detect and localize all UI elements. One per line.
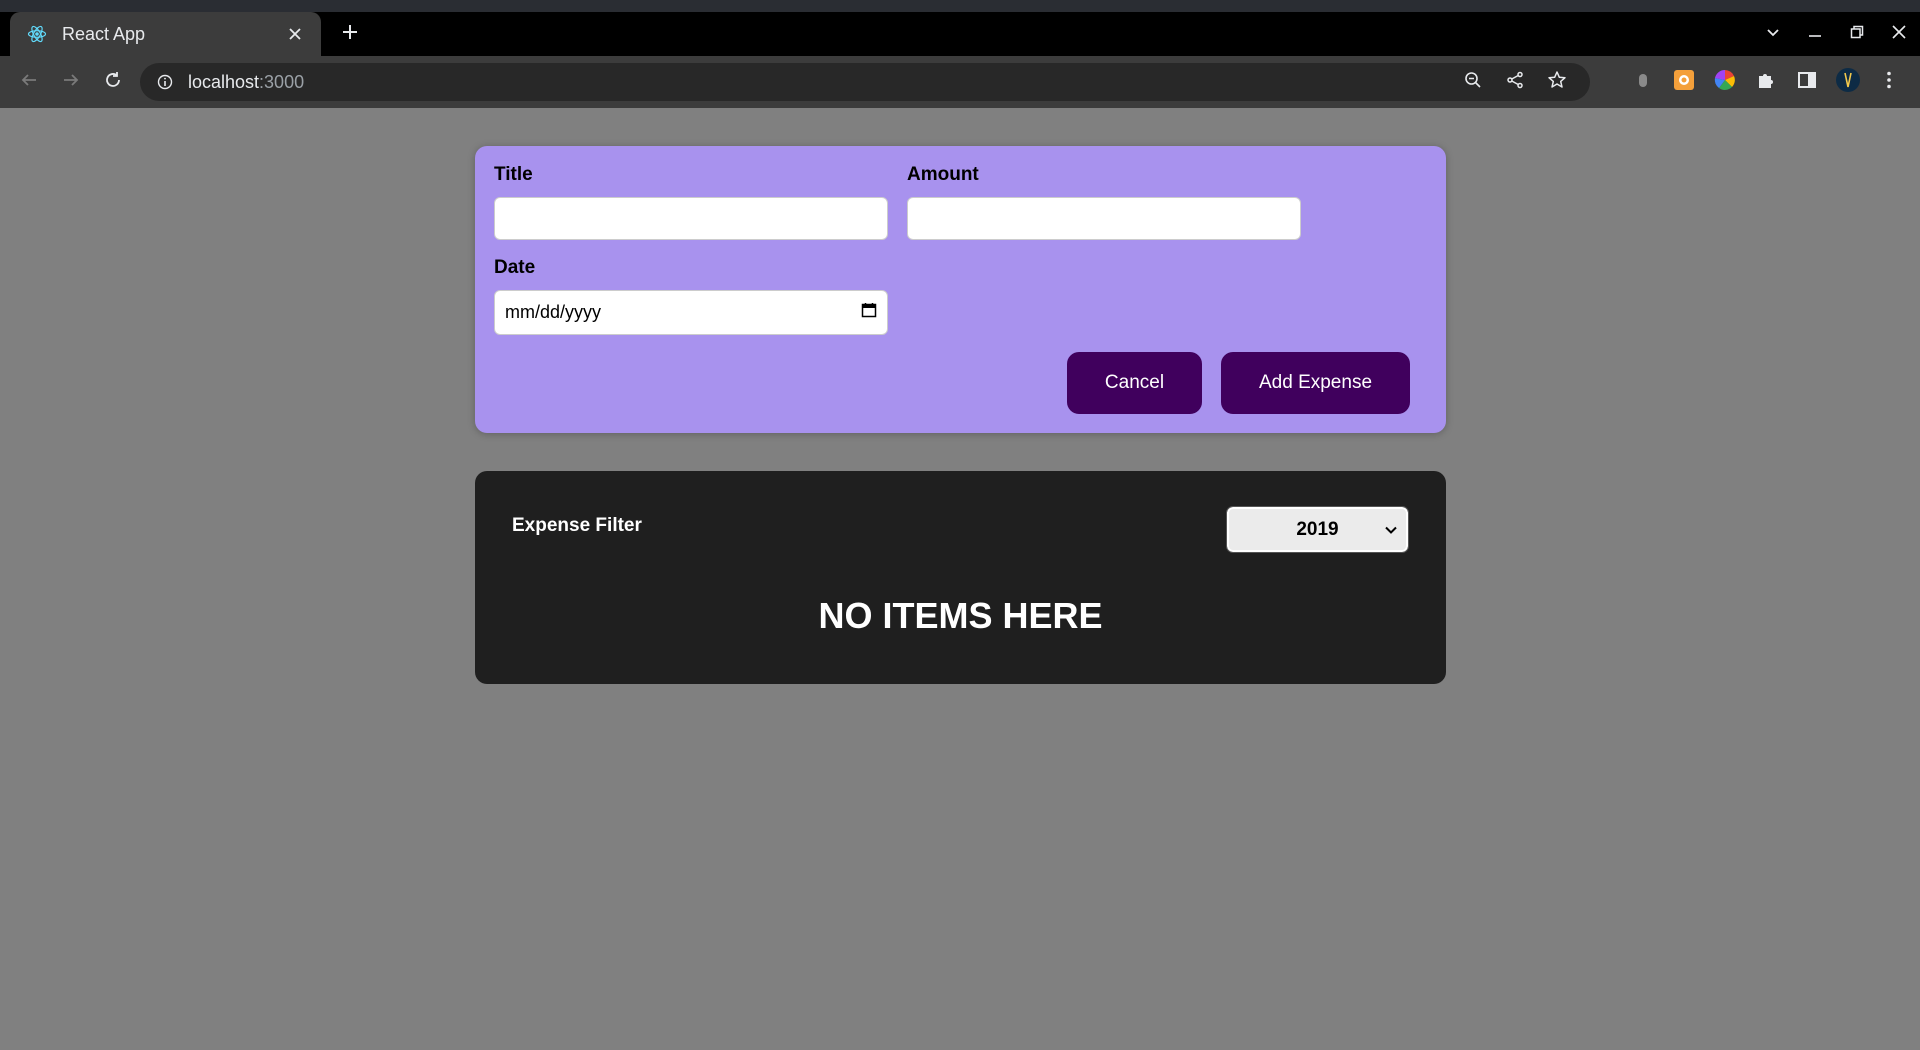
date-placeholder: mm/dd/yyyy [505, 302, 602, 322]
title-input[interactable] [494, 197, 888, 240]
title-label: Title [494, 164, 533, 185]
cancel-button[interactable]: Cancel [1067, 352, 1202, 414]
add-expense-button[interactable]: Add Expense [1221, 352, 1410, 414]
browser-tab[interactable]: React App [10, 12, 321, 56]
info-icon[interactable] [154, 71, 176, 93]
arrow-right-icon [62, 71, 80, 94]
expenses-panel: Expense Filter 2019 NO ITEMS HERE [475, 471, 1446, 684]
extension-button[interactable] [1622, 61, 1663, 103]
year-filter-select[interactable]: 2019 [1226, 506, 1409, 553]
tab-search-button[interactable] [1752, 12, 1794, 56]
amount-input[interactable] [907, 197, 1301, 240]
kebab-menu-icon [1886, 70, 1892, 95]
chevron-down-icon [1384, 521, 1398, 543]
plus-icon [341, 23, 359, 46]
title-field: Title [494, 164, 888, 240]
minimize-icon [1808, 25, 1822, 44]
zoom-button[interactable] [1452, 63, 1494, 101]
extension-button[interactable] [1663, 61, 1704, 103]
forward-button[interactable] [50, 61, 92, 103]
restore-button[interactable] [1836, 12, 1878, 56]
extensions-area [1622, 61, 1909, 103]
address-bar[interactable]: localhost:3000 [140, 63, 1590, 101]
back-button[interactable] [8, 61, 50, 103]
new-tab-button[interactable] [336, 20, 364, 48]
color-wheel-icon [1714, 69, 1736, 96]
restore-icon [1850, 25, 1864, 44]
puzzle-icon [1756, 70, 1776, 95]
chevron-down-icon [1766, 25, 1780, 43]
close-icon [1892, 24, 1906, 44]
url-host: localhost [188, 71, 260, 92]
arrow-left-icon [20, 71, 38, 94]
share-button[interactable] [1494, 63, 1536, 101]
calendar-icon[interactable] [861, 302, 877, 323]
browser-toolbar: localhost:3000 [0, 56, 1920, 108]
reload-icon [104, 71, 122, 94]
side-panel-icon [1797, 70, 1817, 95]
star-icon [1547, 70, 1567, 95]
extension-button[interactable] [1704, 61, 1745, 103]
menu-button[interactable] [1868, 61, 1909, 103]
window-top-strip [0, 0, 1920, 12]
bookmark-button[interactable] [1536, 63, 1578, 101]
minimize-button[interactable] [1794, 12, 1836, 56]
new-expense-form: Title Amount Date mm/dd/yyyy Cancel Add … [475, 146, 1446, 433]
avatar [1835, 67, 1861, 98]
zoom-icon [1464, 71, 1482, 94]
date-label: Date [494, 257, 536, 278]
close-icon[interactable] [283, 22, 307, 46]
side-panel-button[interactable] [1786, 61, 1827, 103]
url-port: :3000 [259, 71, 305, 92]
amount-field: Amount [907, 164, 1301, 240]
react-logo-icon [26, 23, 48, 45]
amount-label: Amount [907, 164, 979, 185]
tab-title: React App [62, 23, 146, 44]
date-input[interactable]: mm/dd/yyyy [494, 290, 888, 335]
selected-year: 2019 [1296, 518, 1339, 540]
date-field: Date mm/dd/yyyy [494, 257, 888, 335]
extension-icon [1636, 71, 1650, 94]
close-window-button[interactable] [1878, 12, 1920, 56]
tab-bar: React App [0, 12, 1920, 56]
extension-icon [1673, 69, 1695, 96]
address-bar-actions [1452, 63, 1578, 101]
expense-filter-label: Expense Filter [512, 515, 642, 536]
page-viewport: Title Amount Date mm/dd/yyyy Cancel Add … [0, 108, 1920, 1050]
empty-state-message: NO ITEMS HERE [818, 595, 1103, 636]
reload-button[interactable] [92, 61, 134, 103]
profile-button[interactable] [1827, 61, 1868, 103]
share-icon [1506, 71, 1524, 94]
extensions-button[interactable] [1745, 61, 1786, 103]
window-controls [1752, 12, 1920, 56]
